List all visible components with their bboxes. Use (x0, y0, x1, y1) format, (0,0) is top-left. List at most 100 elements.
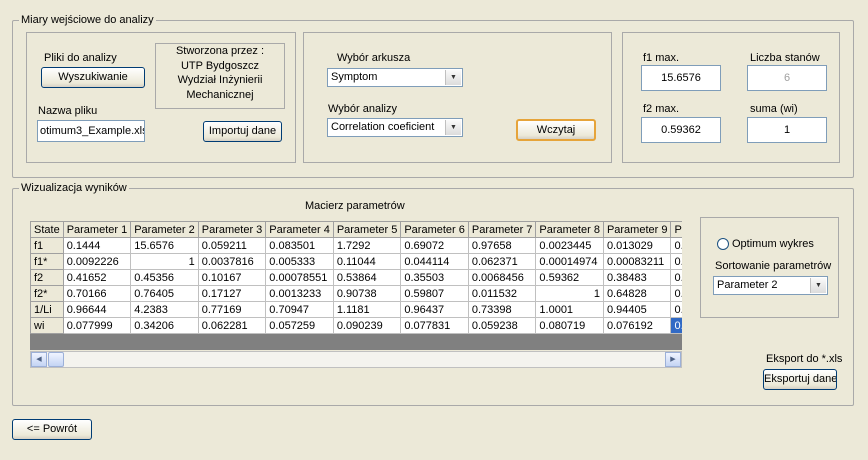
row-header[interactable]: f1 (30, 237, 64, 254)
table-cell[interactable]: 0.17127 (197, 285, 267, 302)
column-header[interactable]: Parameter 7 (467, 221, 537, 238)
analysis-select[interactable]: Correlation coeficient ▼ (327, 118, 463, 137)
row-header[interactable]: f2 (30, 269, 64, 286)
table-cell[interactable]: 0.0013233 (265, 285, 334, 302)
table-cell[interactable]: 0.59807 (400, 285, 469, 302)
export-button[interactable]: Eksportuj dane (763, 369, 837, 390)
table-cell[interactable]: 0.090239 (332, 317, 402, 334)
table-cell[interactable]: 0.0037816 (197, 253, 267, 270)
table-cell[interactable]: 0.057259 (265, 317, 334, 334)
chevron-down-icon[interactable]: ▼ (810, 278, 826, 293)
table-cell[interactable]: 0. (670, 237, 682, 254)
table-cell[interactable]: 0.41652 (62, 269, 132, 286)
column-header[interactable]: Parameter 1 (62, 221, 132, 238)
table-cell[interactable]: 0.083501 (265, 237, 334, 254)
table-cell[interactable]: 0.35503 (400, 269, 469, 286)
import-button[interactable]: Importuj dane (203, 121, 282, 142)
scroll-right-icon[interactable]: ▶ (665, 352, 681, 367)
table-cell[interactable]: 0.00083211 (602, 253, 672, 270)
table-cell[interactable]: 0.1444 (62, 237, 132, 254)
column-header[interactable]: Parameter 4 (265, 221, 334, 238)
table-cell[interactable]: 0. (670, 253, 682, 270)
f1-max-field[interactable]: 15.6576 (641, 65, 721, 91)
table-cell[interactable]: 0.011532 (467, 285, 537, 302)
back-button[interactable]: <= Powrót (12, 419, 92, 440)
table-cell[interactable]: 0.00014974 (535, 253, 604, 270)
table-cell[interactable]: 0.059211 (197, 237, 267, 254)
table-cell[interactable]: 0.062281 (197, 317, 267, 334)
optimum-radio[interactable] (717, 238, 729, 250)
table-cell[interactable]: 0.34206 (130, 317, 199, 334)
table-cell[interactable]: 0.077831 (400, 317, 469, 334)
table-cell[interactable]: 0.90738 (332, 285, 402, 302)
column-header-state[interactable]: State (30, 221, 64, 238)
table-cell[interactable]: 0.0068456 (467, 269, 537, 286)
table-cell[interactable]: 0.53864 (332, 269, 402, 286)
table-cell[interactable]: 0.0092226 (62, 253, 132, 270)
table-cell[interactable]: 0.94405 (602, 301, 672, 318)
table-cell[interactable]: 4.2383 (130, 301, 199, 318)
table-cell[interactable]: 0. (670, 269, 682, 286)
column-header[interactable]: Parameter 2 (130, 221, 199, 238)
table-cell[interactable]: 0.044114 (400, 253, 469, 270)
table-cell[interactable]: 0.96437 (400, 301, 469, 318)
column-header[interactable]: Parameter 5 (332, 221, 402, 238)
table-cell[interactable]: 0.077999 (62, 317, 132, 334)
table-cell[interactable]: 0.70166 (62, 285, 132, 302)
table-cell[interactable]: 0.45356 (130, 269, 199, 286)
table-cell[interactable]: 0.005333 (265, 253, 334, 270)
chevron-down-icon[interactable]: ▼ (445, 120, 461, 135)
table-cell[interactable]: 0.013029 (602, 237, 672, 254)
table-cell[interactable]: 15.6576 (130, 237, 199, 254)
table-cell[interactable]: 1 (130, 253, 199, 270)
load-button[interactable]: Wczytaj (516, 119, 596, 141)
table-cell[interactable]: 0.11044 (332, 253, 402, 270)
table-cell[interactable]: 0.73398 (467, 301, 537, 318)
table-cell[interactable]: 0.96644 (62, 301, 132, 318)
chevron-down-icon[interactable]: ▼ (445, 70, 461, 85)
search-button[interactable]: Wyszukiwanie (41, 67, 145, 88)
column-header[interactable]: Parameter 9 (602, 221, 672, 238)
sum-wi-field[interactable]: 1 (747, 117, 827, 143)
author-line-1: Stworzona przez : (175, 45, 265, 57)
scroll-left-icon[interactable]: ◀ (31, 352, 47, 367)
scroll-thumb[interactable] (48, 352, 64, 367)
horizontal-scrollbar[interactable]: ◀ ▶ (30, 351, 682, 368)
table-cell[interactable]: 0.00078551 (265, 269, 334, 286)
filename-field[interactable]: otimum3_Example.xls (37, 120, 145, 142)
table-cell[interactable]: 0.0023445 (535, 237, 604, 254)
table-cell[interactable]: 0. (670, 285, 682, 302)
table-cell[interactable]: 1 (535, 285, 604, 302)
table-cell[interactable]: 1.1181 (332, 301, 402, 318)
table-cell[interactable]: 0.70947 (265, 301, 334, 318)
row-header[interactable]: wi (30, 317, 64, 334)
table-cell[interactable]: 0.076192 (602, 317, 672, 334)
column-header[interactable]: Pa (670, 221, 682, 238)
row-header[interactable]: f1* (30, 253, 64, 270)
table-cell[interactable]: 0.77169 (197, 301, 267, 318)
table-cell[interactable]: 0.97658 (467, 237, 537, 254)
table-cell[interactable]: 0.10167 (197, 269, 267, 286)
states-count-field[interactable]: 6 (747, 65, 827, 91)
column-header[interactable]: Parameter 3 (197, 221, 267, 238)
column-header[interactable]: Parameter 8 (535, 221, 604, 238)
row-header[interactable]: 1/Li (30, 301, 64, 318)
table-cell[interactable]: 0.38483 (602, 269, 672, 286)
f2-max-field[interactable]: 0.59362 (641, 117, 721, 143)
table-cell[interactable]: 0.59362 (535, 269, 604, 286)
table-cell[interactable]: 0. (670, 317, 682, 334)
table-cell[interactable]: 0.059238 (467, 317, 537, 334)
parameter-matrix-table[interactable]: State Parameter 1 Parameter 2 Parameter 3 Pa… (30, 221, 682, 334)
table-cell[interactable]: 0.76405 (130, 285, 199, 302)
row-header[interactable]: f2* (30, 285, 64, 302)
table-cell[interactable]: 0.062371 (467, 253, 537, 270)
table-cell[interactable]: 0.080719 (535, 317, 604, 334)
table-cell[interactable]: 0. (670, 301, 682, 318)
table-cell[interactable]: 1.0001 (535, 301, 604, 318)
table-cell[interactable]: 0.69072 (400, 237, 469, 254)
sort-select[interactable]: Parameter 2 ▼ (713, 276, 828, 295)
sheet-select[interactable]: Symptom ▼ (327, 68, 463, 87)
column-header[interactable]: Parameter 6 (400, 221, 469, 238)
table-cell[interactable]: 1.7292 (332, 237, 402, 254)
table-cell[interactable]: 0.64828 (602, 285, 672, 302)
